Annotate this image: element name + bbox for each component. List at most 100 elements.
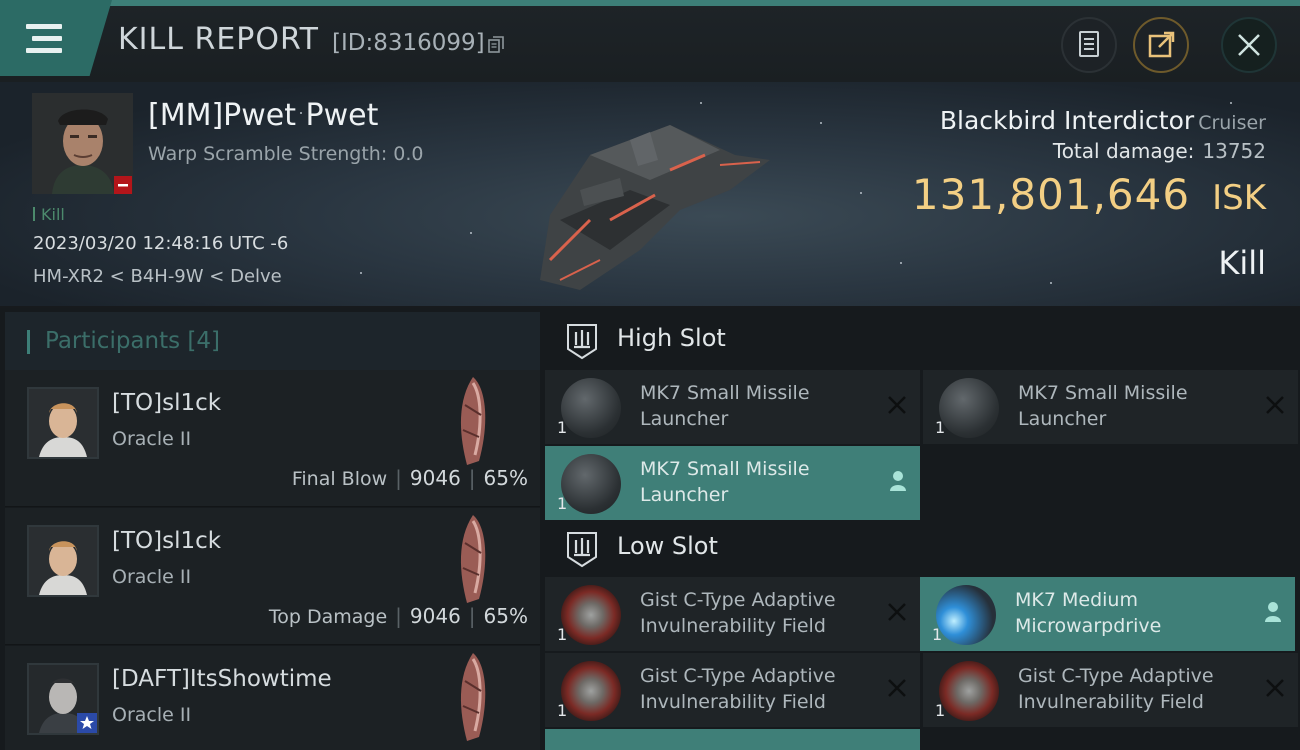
- notes-icon: [1079, 31, 1099, 57]
- participant-row[interactable]: [TO]sl1ck Oracle II Top Damage | 9046 | 65%: [5, 508, 540, 645]
- module-item[interactable]: 1 Gist C-Type Adaptive Invulnerability F…: [545, 577, 920, 651]
- destroyed-icon: [1266, 396, 1284, 414]
- kill-location[interactable]: HM-XR2 < B4H-9W < Delve: [33, 266, 282, 287]
- participants-count: [4]: [187, 328, 221, 354]
- missile-launcher-icon: [561, 454, 621, 514]
- module-quantity: 1: [557, 625, 568, 644]
- participant-role: Final Blow: [291, 468, 388, 490]
- participant-stats: Final Blow | 9046 | 65%: [291, 466, 528, 490]
- module-name: Gist C-Type Adaptive Invulnerability Fie…: [640, 589, 836, 637]
- module-quantity: 1: [557, 701, 568, 720]
- close-icon: [1238, 34, 1260, 56]
- menu-button[interactable]: [0, 0, 112, 76]
- dropped-person-icon: [890, 471, 906, 491]
- kill-datetime: 2023/03/20 12:48:16 UTC -6: [33, 233, 289, 254]
- participant-portrait: [27, 663, 99, 735]
- participant-row[interactable]: [TO]sl1ck Oracle II Final Blow | 9046 | 65%: [5, 370, 540, 507]
- low-slot-title: Low Slot: [617, 532, 718, 560]
- missile-launcher-icon: [939, 378, 999, 438]
- module-item[interactable]: 1 MK7 Small Missile Launcher: [545, 446, 920, 520]
- header-accent: [27, 330, 30, 354]
- top-bar: KILL REPORT [ID:8316099]: [0, 0, 1300, 82]
- microwarpdrive-icon: [936, 585, 996, 645]
- isk-value: 131,801,646 ISK: [911, 170, 1266, 219]
- top-accent-line: [95, 0, 1300, 6]
- invulnerability-field-icon: [939, 661, 999, 721]
- module-quantity: 1: [932, 625, 943, 644]
- result-label: Kill: [1218, 244, 1266, 282]
- share-icon: [1148, 31, 1175, 58]
- participant-damage: 9046: [409, 604, 461, 628]
- participants-panel: Participants [4] [TO]sl1ck Oracle II Fin…: [0, 308, 540, 750]
- dropped-person-icon: [1265, 602, 1281, 622]
- module-item[interactable]: 1 Gist C-Type Adaptive Invulnerability F…: [923, 653, 1298, 727]
- kill-report-window: KILL REPORT [ID:8316099] [MM]Pwet Pwet W…: [0, 0, 1300, 750]
- victim-portrait[interactable]: [32, 93, 133, 194]
- participant-ship-icon: [460, 515, 486, 603]
- participant-portrait: [27, 525, 99, 597]
- invulnerability-field-icon: [561, 661, 621, 721]
- module-name: MK7 Medium Microwarpdrive: [1015, 589, 1162, 637]
- star-badge-icon: [77, 713, 97, 733]
- participant-row[interactable]: [DAFT]ItsShowtime Oracle II: [5, 646, 540, 750]
- participant-name: [DAFT]ItsShowtime: [112, 666, 332, 692]
- module-item[interactable]: 1 MK7 Small Missile Launcher: [923, 370, 1298, 444]
- module-item-partial[interactable]: [545, 729, 920, 750]
- close-button[interactable]: [1221, 17, 1277, 73]
- participant-ship: Oracle II: [112, 428, 192, 450]
- participants-label: Participants [4]: [45, 328, 221, 354]
- ship-class: Cruiser: [1198, 112, 1266, 134]
- destroyed-icon: [888, 679, 906, 697]
- participants-header[interactable]: Participants [4]: [5, 312, 540, 370]
- high-slot-header: High Slot: [545, 308, 1300, 370]
- module-name: MK7 Small Missile Launcher: [640, 382, 810, 430]
- participant-ship-icon: [460, 653, 486, 741]
- destroyed-icon: [1266, 679, 1284, 697]
- notes-button[interactable]: [1061, 17, 1117, 73]
- destroyed-icon: [888, 396, 906, 414]
- module-item[interactable]: 1 Gist C-Type Adaptive Invulnerability F…: [545, 653, 920, 727]
- victim-name[interactable]: [MM]Pwet Pwet: [148, 98, 378, 133]
- share-button[interactable]: [1133, 17, 1189, 73]
- module-quantity: 1: [935, 701, 946, 720]
- participant-ship-icon: [460, 377, 486, 465]
- copy-icon[interactable]: [488, 36, 504, 54]
- low-slot-header: Low Slot: [545, 516, 1300, 578]
- isk-unit: ISK: [1212, 178, 1266, 218]
- module-name: Gist C-Type Adaptive Invulnerability Fie…: [640, 665, 836, 713]
- module-quantity: 1: [935, 418, 946, 437]
- participant-role: Top Damage: [268, 606, 388, 628]
- ship-name[interactable]: Blackbird Interdictor Cruiser: [940, 106, 1266, 135]
- warp-scramble-strength: Warp Scramble Strength: 0.0: [148, 143, 424, 165]
- module-quantity: 1: [557, 418, 568, 437]
- low-slot-icon: [567, 532, 597, 568]
- page-title: KILL REPORT: [118, 22, 319, 57]
- high-slot-icon: [567, 324, 597, 360]
- fitting-panel: High Slot 1 MK7 Small Missile Launcher 1…: [540, 308, 1300, 750]
- participant-percent: 65%: [483, 604, 528, 628]
- invulnerability-field-icon: [561, 585, 621, 645]
- minus-badge-icon: [114, 176, 132, 194]
- module-name: MK7 Small Missile Launcher: [1018, 382, 1188, 430]
- total-damage: Total damage: 13752: [1052, 139, 1266, 163]
- total-damage-value: 13752: [1202, 139, 1266, 163]
- module-name: Gist C-Type Adaptive Invulnerability Fie…: [1018, 665, 1214, 713]
- module-item[interactable]: 1 MK7 Medium Microwarpdrive: [920, 577, 1295, 651]
- destroyed-icon: [888, 603, 906, 621]
- kill-tag: Kill: [33, 205, 65, 224]
- participant-ship: Oracle II: [112, 566, 192, 588]
- participant-damage: 9046: [409, 466, 461, 490]
- missile-launcher-icon: [561, 378, 621, 438]
- participant-name: [TO]sl1ck: [112, 528, 222, 554]
- participant-name: [TO]sl1ck: [112, 390, 222, 416]
- module-item[interactable]: 1 MK7 Small Missile Launcher: [545, 370, 920, 444]
- participant-stats: Top Damage | 9046 | 65%: [268, 604, 528, 628]
- report-id: [ID:8316099]: [332, 30, 485, 56]
- participant-ship: Oracle II: [112, 704, 192, 726]
- ship-render: [540, 125, 770, 290]
- high-slot-title: High Slot: [617, 324, 726, 352]
- participant-portrait: [27, 387, 99, 459]
- module-quantity: 1: [557, 494, 568, 513]
- module-name: MK7 Small Missile Launcher: [640, 458, 810, 506]
- participant-percent: 65%: [483, 466, 528, 490]
